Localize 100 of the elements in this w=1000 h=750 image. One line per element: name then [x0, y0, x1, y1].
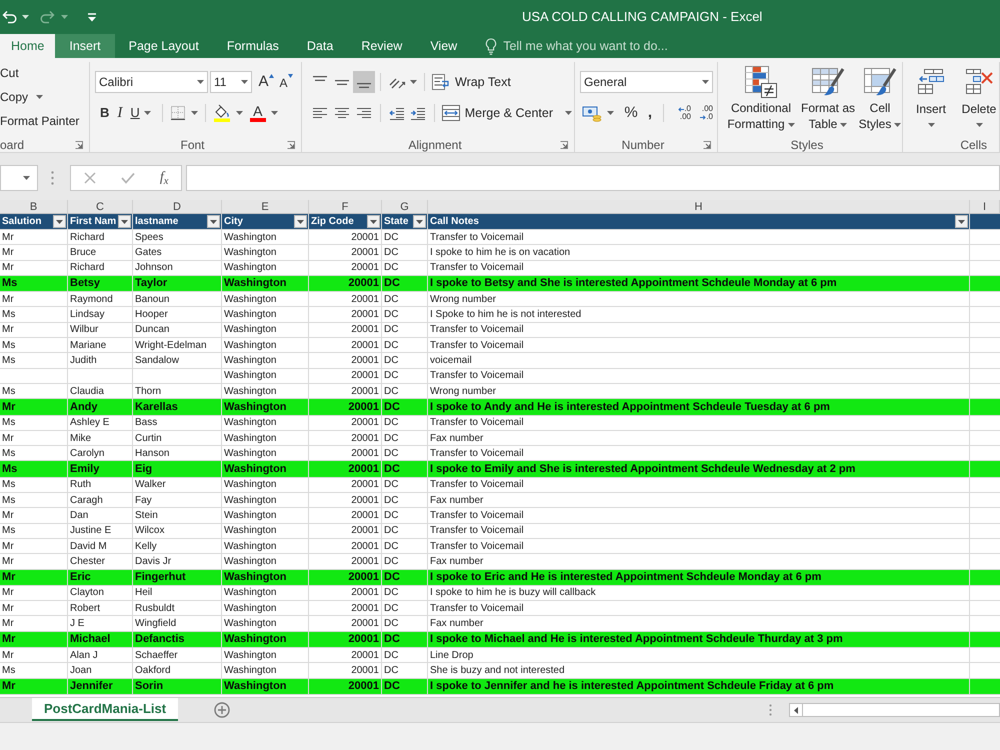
decrease-indent-icon: [388, 106, 405, 120]
font-style-button[interactable]: B: [96, 102, 114, 124]
insert-function-button[interactable]: f$_{x}$: [160, 171, 168, 185]
shrink-font-button[interactable]: A: [276, 71, 296, 93]
table-cell: I spoke to Michael and He is interested Appointment Schdeule Thurday at 3 pm: [428, 632, 970, 648]
table-cell: Wright-Edelman: [133, 338, 222, 352]
dialog-launcher-icon[interactable]: [560, 141, 568, 149]
customize-toolbar-icon[interactable]: [88, 12, 96, 22]
ribbon-tab[interactable]: Data: [292, 34, 348, 58]
comma-style-button[interactable]: ,: [642, 102, 658, 124]
table-cell: DC: [382, 554, 428, 569]
font-color-button[interactable]: A: [248, 102, 280, 124]
table-cell: Fax number: [428, 554, 970, 569]
caret-icon: [61, 15, 68, 19]
add-sheet-icon[interactable]: [214, 702, 230, 718]
check-icon[interactable]: [120, 172, 135, 184]
table-cell: 20001: [309, 601, 382, 616]
wrap-text-button[interactable]: Wrap Text: [430, 71, 513, 93]
ribbon-large-button[interactable]: Cell Styles: [857, 65, 903, 132]
table-cell: Oakford: [133, 663, 222, 678]
decrease-decimal-button[interactable]: .00 .0: [691, 102, 713, 124]
ribbon-tab[interactable]: Home: [0, 34, 56, 58]
merge-center-button[interactable]: Merge & Center: [440, 102, 574, 124]
bottom-align-button[interactable]: [353, 71, 375, 93]
column-header[interactable]: E: [222, 200, 309, 213]
caret-icon: [788, 122, 795, 127]
column-header[interactable]: D: [133, 200, 222, 213]
table-cell: 20001: [309, 648, 382, 662]
ribbon-command[interactable]: Copy: [0, 86, 44, 108]
table-cell: Transfer to Voicemail: [428, 508, 970, 523]
filter-button[interactable]: [118, 215, 131, 228]
ribbon-large-button[interactable]: Delete: [957, 68, 1000, 127]
table-cell: Transfer to Voicemail: [428, 524, 970, 538]
font-style-button[interactable]: U: [126, 102, 155, 124]
ribbon-tab[interactable]: Insert: [55, 34, 115, 58]
table-cell: Mr: [0, 586, 68, 600]
filter-button[interactable]: [367, 215, 380, 228]
table-cell: I spoke to Andy and He is interested Appointment Schdeule Tuesday at 6 pm: [428, 399, 970, 415]
formula-input-field[interactable]: [186, 165, 1000, 191]
grow-font-button[interactable]: A: [256, 71, 276, 93]
table-cell: Ms: [0, 276, 68, 292]
percent-style-button[interactable]: %: [620, 102, 642, 124]
table-cell: Mr: [0, 292, 68, 306]
table-cell: 20001: [309, 570, 382, 585]
dialog-launcher-icon[interactable]: [75, 141, 83, 149]
column-header[interactable]: G: [382, 200, 428, 213]
column-header[interactable]: B: [0, 200, 68, 213]
table-cell: Rusbuldt: [133, 601, 222, 616]
table-cell: Washington: [222, 260, 309, 275]
horizontal-scrollbar[interactable]: [803, 703, 1000, 717]
sheet-tab[interactable]: PostCardMania-List: [32, 698, 178, 721]
column-header[interactable]: C: [68, 200, 133, 213]
ribbon-tab[interactable]: Review: [347, 34, 416, 58]
ribbon-command[interactable]: Format Painter: [0, 110, 80, 132]
dialog-launcher-icon[interactable]: [703, 141, 711, 149]
table-cell: Mr: [0, 260, 68, 275]
caret-icon: [564, 111, 572, 115]
table-cell: Wilcox: [133, 524, 222, 538]
dialog-launcher-icon[interactable]: [287, 141, 296, 149]
table-cell: 20001: [309, 538, 382, 554]
scroll-left-button[interactable]: [789, 703, 803, 717]
table-cell: Washington: [222, 586, 309, 600]
table-cell: DC: [382, 601, 428, 616]
caret-icon: [370, 220, 377, 224]
table-cell: Mr: [0, 430, 68, 446]
ribbon-tab[interactable]: View: [416, 34, 472, 58]
table-cell: Washington: [222, 524, 309, 538]
merge-cells-icon: [442, 105, 460, 121]
group-label: oard: [0, 139, 24, 151]
table-cell: DC: [382, 663, 428, 678]
table-cell: 20001: [309, 276, 382, 292]
filter-button[interactable]: [955, 215, 968, 228]
table-cell: Washington: [222, 353, 309, 368]
filter-button[interactable]: [207, 215, 220, 228]
ribbon-tab[interactable]: Page Layout: [114, 34, 213, 58]
ribbon-large-button[interactable]: Insert: [909, 68, 953, 127]
filter-button[interactable]: [294, 215, 307, 228]
undo-icon[interactable]: [2, 10, 18, 24]
filter-button[interactable]: [413, 215, 426, 228]
column-header[interactable]: H: [428, 200, 970, 213]
increase-decimal-button[interactable]: .0 .00: [669, 102, 691, 124]
ribbon-tab[interactable]: Formulas: [212, 34, 293, 58]
table-cell: Transfer to Voicemail: [428, 601, 970, 616]
ribbon-large-button[interactable]: Conditional Formatting: [723, 65, 799, 132]
borders-icon: [170, 105, 186, 121]
table-cell: DC: [382, 508, 428, 523]
tell-me-field[interactable]: Tell me what you want to do...: [503, 36, 704, 56]
ribbon-large-button[interactable]: Format as Table: [799, 65, 857, 132]
ribbon-command[interactable]: Cut: [0, 62, 19, 84]
column-header[interactable]: F: [309, 200, 382, 213]
caret-icon: [121, 220, 128, 224]
font-style-button[interactable]: I: [113, 102, 126, 124]
table-cell: DC: [382, 399, 428, 415]
table-cell: Washington: [222, 384, 309, 398]
table-cell: Ms: [0, 493, 68, 508]
table-cell: Fingerhut: [133, 570, 222, 585]
table-cell: She is buzy and not interested: [428, 663, 970, 678]
table-cell: Mariane: [68, 338, 133, 352]
filter-button[interactable]: [53, 215, 66, 228]
column-header[interactable]: I: [970, 200, 1000, 213]
